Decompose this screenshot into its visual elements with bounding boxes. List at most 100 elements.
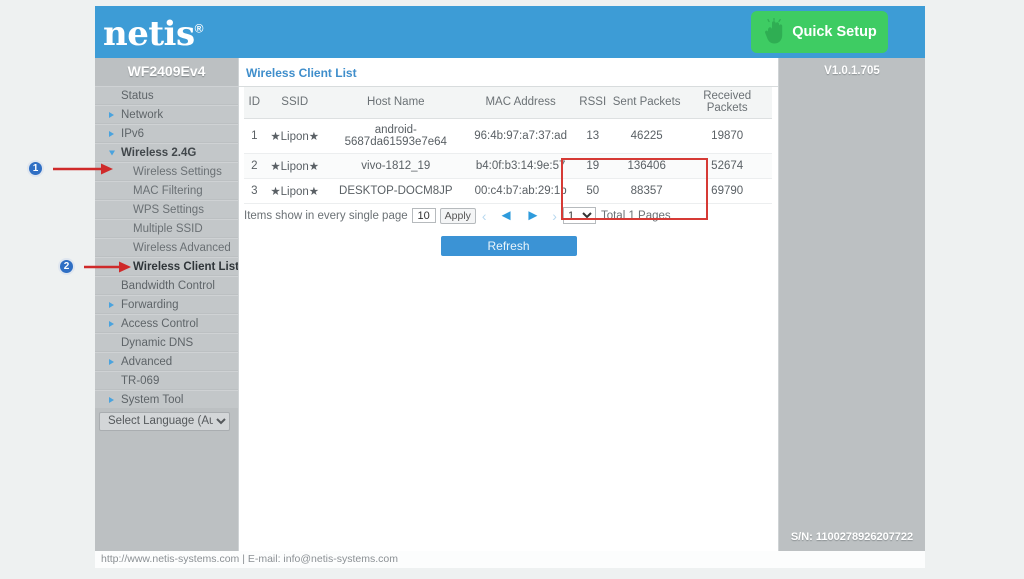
cell-id: 1: [244, 118, 265, 154]
quick-setup-button[interactable]: Quick Setup: [751, 11, 888, 53]
chevron-right-icon: [109, 320, 114, 327]
sidebar-item-label: Wireless Advanced: [133, 242, 231, 254]
cell-sent: 136406: [610, 153, 683, 179]
table-header: ID SSID Host Name MAC Address RSSI Sent …: [244, 87, 772, 119]
sidebar-menu: Status Network IPv6 Wireless 2.4G Wirele…: [95, 84, 239, 431]
netis-logo: netis®: [103, 14, 203, 54]
chevron-right-icon: [109, 396, 114, 403]
page-title: Wireless Client List: [239, 58, 778, 87]
main-content-panel: Wireless Client List ID SSID Host Name M…: [238, 58, 778, 551]
language-selector-wrapper: Select Language (Auto): [95, 411, 238, 431]
column-header-host-name: Host Name: [324, 87, 467, 119]
cell-host: DESKTOP-DOCM8JP: [324, 178, 467, 204]
top-header-bar: netis® Quick Setup: [95, 6, 925, 58]
sidebar-item-mac-filtering[interactable]: MAC Filtering: [95, 181, 238, 199]
sidebar-item-label: Advanced: [121, 356, 173, 368]
sidebar-item-label: Wireless Settings: [133, 166, 222, 178]
cell-mac: 00:c4:b7:ab:29:1b: [466, 178, 575, 204]
quick-setup-label: Quick Setup: [792, 24, 877, 40]
sidebar-item-label: Forwarding: [121, 299, 179, 311]
sidebar-item-label: WPS Settings: [133, 204, 204, 216]
items-per-page-label: Items show in every single page: [244, 209, 408, 222]
refresh-button[interactable]: Refresh: [440, 236, 577, 256]
sidebar-item-label: MAC Filtering: [133, 185, 203, 197]
sidebar-item-wireless-advanced[interactable]: Wireless Advanced: [95, 238, 238, 256]
sidebar-item-dynamic-dns[interactable]: Dynamic DNS: [95, 333, 238, 351]
cell-ssid: ★Lipon★: [264, 178, 325, 204]
brand-trademark-icon: ®: [194, 21, 204, 36]
annotation-number: 2: [63, 261, 70, 272]
router-admin-page: netis® Quick Setup WF2409Ev4 Status Netw…: [95, 6, 925, 568]
sidebar-item-ipv6[interactable]: IPv6: [95, 124, 238, 142]
sidebar-item-label: Dynamic DNS: [121, 337, 194, 349]
table-row: 3 ★Lipon★ DESKTOP-DOCM8JP 00:c4:b7:ab:29…: [244, 178, 772, 204]
column-header-sent-packets: Sent Packets: [610, 87, 683, 119]
sidebar-item-label: IPv6: [121, 128, 145, 140]
page-number-select[interactable]: 1: [562, 207, 596, 224]
sidebar-item-wireless-24g[interactable]: Wireless 2.4G: [95, 143, 238, 161]
sidebar-item-label: Status: [121, 90, 154, 102]
sidebar-item-network[interactable]: Network: [95, 105, 238, 123]
chevron-right-icon: [109, 130, 114, 137]
table-row: 1 ★Lipon★ android-5687da61593e7e64 96:4b…: [244, 118, 772, 154]
annotation-badge-2: 2: [58, 258, 75, 275]
cell-sent: 88357: [610, 178, 683, 204]
table-body: 1 ★Lipon★ android-5687da61593e7e64 96:4b…: [244, 118, 772, 204]
right-info-column: V1.0.1.705 S/N: 1100278926207722: [778, 58, 925, 551]
table-header-row: ID SSID Host Name MAC Address RSSI Sent …: [244, 87, 772, 119]
chevron-down-icon: [109, 150, 115, 155]
router-model-label: WF2409Ev4: [95, 58, 238, 84]
hand-click-icon: [762, 18, 788, 46]
column-header-received-packets: Received Packets: [682, 87, 772, 119]
table-row: 2 ★Lipon★ vivo-1812_19 b4:0f:b3:14:9e:57…: [244, 153, 772, 179]
sidebar-item-forwarding[interactable]: Forwarding: [95, 295, 238, 313]
chevron-right-icon: [109, 111, 114, 118]
annotation-arrow-1: [53, 163, 113, 175]
brand-name: netis: [103, 14, 195, 54]
cell-mac: 96:4b:97:a7:37:ad: [466, 118, 575, 154]
apply-button[interactable]: Apply: [439, 207, 476, 224]
next-page-icon[interactable]: ►: [525, 207, 540, 224]
last-page-icon[interactable]: ›: [552, 208, 557, 224]
footer-text: http://www.netis-systems.com | E-mail: i…: [101, 553, 398, 565]
column-header-ssid: SSID: [264, 87, 325, 119]
chevron-right-icon: [109, 358, 114, 365]
sidebar-item-advanced[interactable]: Advanced: [95, 352, 238, 370]
cell-received: 52674: [682, 153, 772, 179]
language-select[interactable]: Select Language (Auto): [99, 411, 230, 431]
footer-bar: http://www.netis-systems.com | E-mail: i…: [95, 551, 925, 568]
sidebar-item-system-tool[interactable]: System Tool: [95, 390, 238, 408]
cell-id: 2: [244, 153, 265, 179]
sidebar-item-label: Bandwidth Control: [121, 280, 215, 292]
sidebar-item-tr-069[interactable]: TR-069: [95, 371, 238, 389]
cell-received: 69790: [682, 178, 772, 204]
prev-page-icon[interactable]: ◄: [499, 207, 514, 224]
cell-host: vivo-1812_19: [324, 153, 467, 179]
sidebar-item-label: TR-069: [121, 375, 160, 387]
pagination-bar: Items show in every single page Apply ‹ …: [244, 207, 778, 224]
wireless-client-table: ID SSID Host Name MAC Address RSSI Sent …: [244, 87, 772, 204]
column-header-rssi: RSSI: [574, 87, 611, 119]
sidebar-item-wireless-settings[interactable]: Wireless Settings: [95, 162, 238, 180]
sidebar-item-access-control[interactable]: Access Control: [95, 314, 238, 332]
cell-mac: b4:0f:b3:14:9e:57: [466, 153, 575, 179]
sidebar-item-bandwidth-control[interactable]: Bandwidth Control: [95, 276, 238, 294]
sidebar-item-status[interactable]: Status: [95, 86, 238, 104]
cell-ssid: ★Lipon★: [264, 118, 325, 154]
annotation-badge-1: 1: [27, 160, 44, 177]
serial-number-label: S/N: 1100278926207722: [790, 531, 914, 543]
screenshot-root: netis® Quick Setup WF2409Ev4 Status Netw…: [0, 0, 1024, 579]
cell-received: 19870: [682, 118, 772, 154]
sidebar-item-multiple-ssid[interactable]: Multiple SSID: [95, 219, 238, 237]
sidebar-item-label: Network: [121, 109, 164, 121]
cell-sent: 46225: [610, 118, 683, 154]
sidebar-item-wps-settings[interactable]: WPS Settings: [95, 200, 238, 218]
cell-rssi: 50: [574, 178, 611, 204]
items-per-page-input[interactable]: [411, 208, 436, 223]
cell-id: 3: [244, 178, 265, 204]
first-page-icon[interactable]: ‹: [482, 208, 487, 224]
cell-host: android-5687da61593e7e64: [324, 118, 467, 154]
chevron-right-icon: [109, 301, 114, 308]
left-sidebar: WF2409Ev4 Status Network IPv6 Wireless 2…: [95, 58, 239, 551]
total-pages-label: Total 1 Pages: [600, 209, 671, 222]
